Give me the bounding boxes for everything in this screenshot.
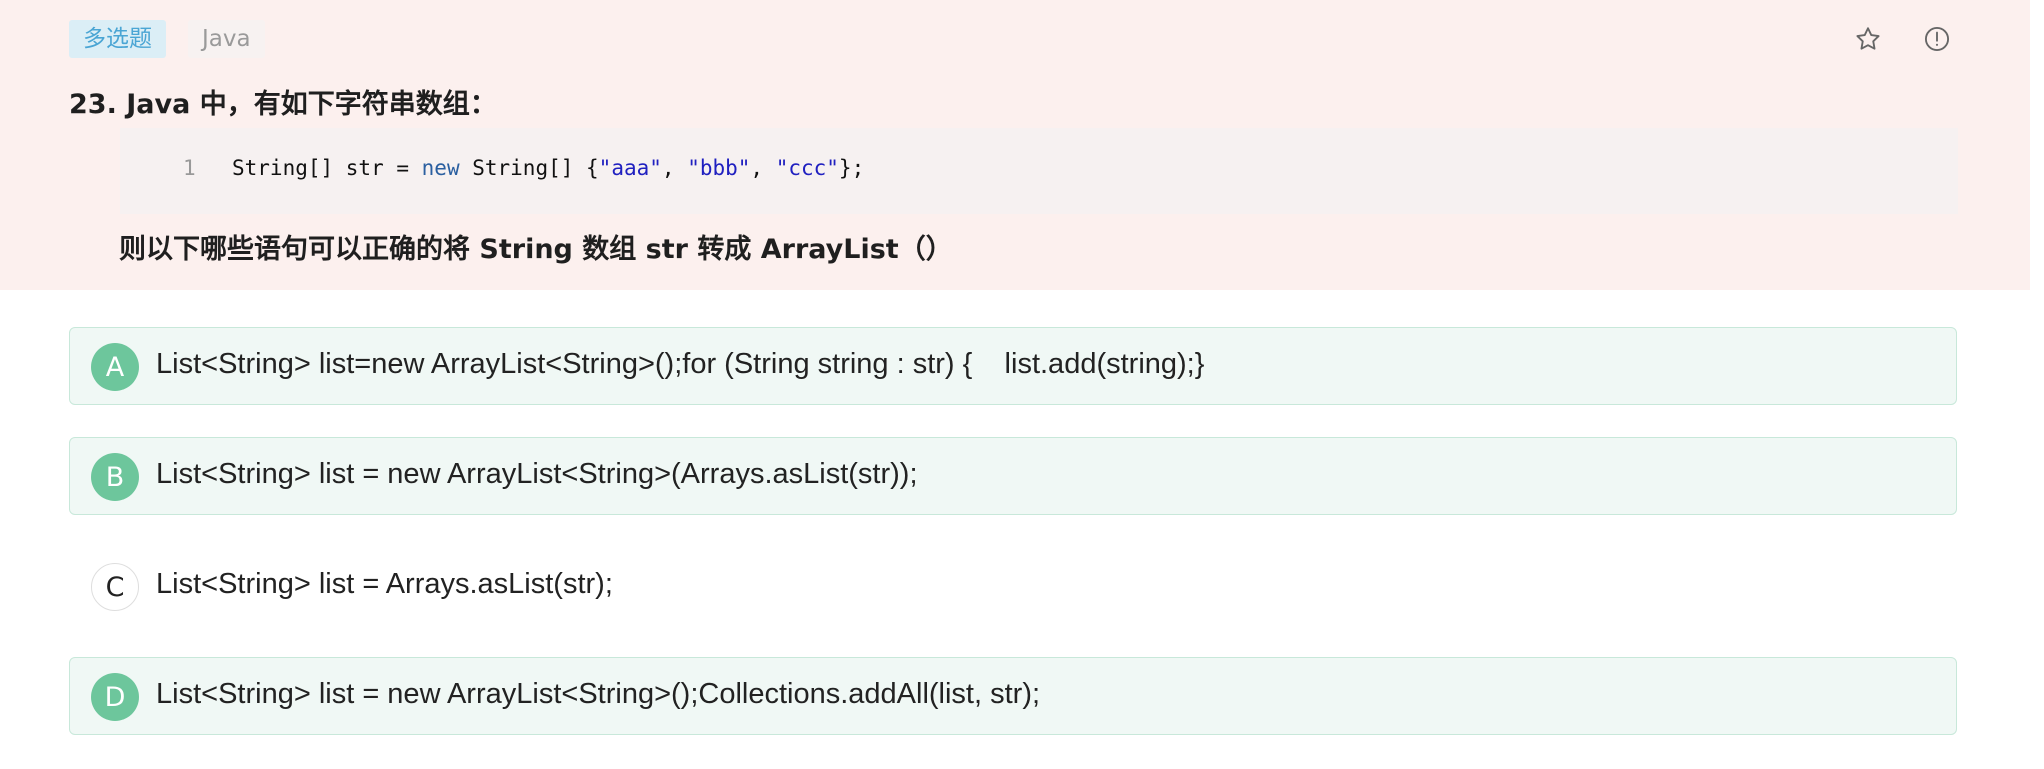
option-text: List<String> list = new ArrayList<String… xyxy=(156,458,918,490)
code-line-number: 1 xyxy=(183,156,196,180)
code-token-plain: String[] { xyxy=(459,156,599,180)
star-icon[interactable] xyxy=(1851,20,1885,58)
code-token-keyword: new xyxy=(421,156,460,180)
info-circle-icon[interactable] xyxy=(1920,20,1954,58)
option-text: List<String> list=new ArrayList<String>(… xyxy=(156,348,1205,380)
code-token-string: "bbb" xyxy=(687,156,751,180)
code-token-string: "ccc" xyxy=(775,156,839,180)
question-type-tag: 多选题 xyxy=(69,20,166,58)
option-d[interactable]: D List<String> list = new ArrayList<Stri… xyxy=(69,657,1957,735)
option-c[interactable]: C List<String> list = Arrays.asList(str)… xyxy=(69,547,1957,625)
option-letter-badge: D xyxy=(91,673,139,721)
code-token-plain: String[] str = xyxy=(232,156,422,180)
question-subtitle: 则以下哪些语句可以正确的将 String 数组 str 转成 ArrayList… xyxy=(119,234,953,265)
code-token-plain: , xyxy=(661,156,688,180)
language-tag: Java xyxy=(188,20,265,58)
question-header: 多选题 Java 23. Java 中，有如下字符串数组： 1 String[]… xyxy=(0,0,2030,290)
code-line: String[] str = new String[] {"aaa", "bbb… xyxy=(232,156,864,180)
code-token-plain: }; xyxy=(838,156,865,180)
code-token-plain: , xyxy=(750,156,776,180)
question-title: 23. Java 中，有如下字符串数组： xyxy=(69,89,497,120)
option-letter-badge: B xyxy=(91,453,139,501)
option-a[interactable]: A List<String> list=new ArrayList<String… xyxy=(69,327,1957,405)
option-text: List<String> list = new ArrayList<String… xyxy=(156,678,1041,710)
code-block: 1 String[] str = new String[] {"aaa", "b… xyxy=(120,128,1958,214)
option-text: List<String> list = Arrays.asList(str); xyxy=(156,568,613,600)
option-b[interactable]: B List<String> list = new ArrayList<Stri… xyxy=(69,437,1957,515)
code-token-string: "aaa" xyxy=(598,156,662,180)
option-letter-badge: A xyxy=(91,343,139,391)
option-letter-badge: C xyxy=(91,563,139,611)
